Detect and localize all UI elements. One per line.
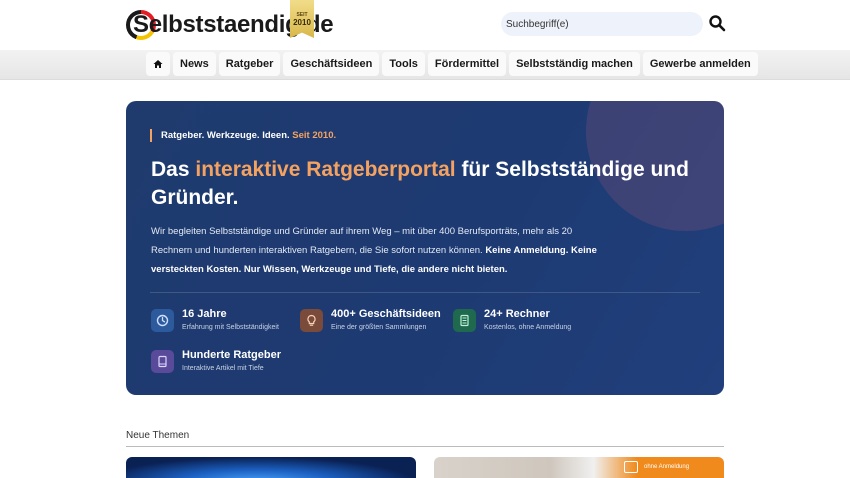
home-icon (153, 60, 163, 68)
title-pre: Das (151, 158, 196, 181)
stat-title: Hunderte Ratgeber (182, 349, 282, 361)
stat-subtitle: Kostenlos, ohne Anmeldung (484, 324, 572, 331)
search-box (501, 12, 703, 36)
nav-item-gewerbe-anmelden[interactable]: Gewerbe anmelden (642, 52, 758, 76)
nav-item-foerdermittel[interactable]: Fördermittel (427, 52, 507, 76)
nav-item-ratgeber[interactable]: Ratgeber (218, 52, 281, 76)
hero-banner: Ratgeber. Werkzeuge. Ideen. Seit 2010. D… (126, 101, 724, 395)
card-tag: ohne Anmeldung (624, 461, 689, 473)
stat-title: 400+ Geschäftsideen (331, 308, 441, 320)
stat-title: 24+ Rechner (484, 308, 550, 320)
topic-card-cloud[interactable] (126, 457, 416, 478)
kicker-text: Ratgeber. Werkzeuge. Ideen. (161, 130, 290, 141)
hero-divider (150, 292, 700, 293)
edit-icon (624, 461, 638, 473)
calculator-icon (453, 309, 476, 332)
section-divider (126, 446, 724, 447)
search-icon[interactable] (708, 14, 726, 32)
kicker-accent: Seit 2010. (292, 130, 337, 141)
stat-years: 16 Jahre Erfahrung mit Selbstständigkeit (151, 308, 279, 332)
nav-item-tools[interactable]: Tools (382, 52, 425, 76)
nav-item-news[interactable]: News (173, 52, 216, 76)
title-accent: interaktive Ratgeberportal (195, 158, 456, 181)
lightbulb-icon (300, 309, 323, 332)
topic-card-registration[interactable]: ohne Anmeldung (434, 457, 724, 478)
since-2010-badge: SEIT 2010 (290, 0, 314, 38)
stat-title: 16 Jahre (182, 308, 227, 320)
hero-description: Wir begleiten Selbstständige und Gründer… (151, 222, 601, 279)
stat-subtitle: Erfahrung mit Selbstständigkeit (182, 324, 279, 331)
main-navigation: News Ratgeber Geschäftsideen Tools Förde… (0, 50, 850, 80)
book-icon (151, 350, 174, 373)
search-input[interactable] (501, 12, 703, 36)
badge-year: 2010 (293, 17, 311, 27)
card-tag-label: ohne Anmeldung (644, 464, 690, 470)
stat-ideas: 400+ Geschäftsideen Eine der größten Sam… (300, 308, 441, 332)
stat-subtitle: Eine der größten Sammlungen (331, 324, 427, 331)
stat-calculators: 24+ Rechner Kostenlos, ohne Anmeldung (453, 308, 571, 332)
clock-icon (151, 309, 174, 332)
nav-item-selbststaendig-machen[interactable]: Selbstständig machen (509, 52, 640, 76)
hero-kicker: Ratgeber. Werkzeuge. Ideen. Seit 2010. (150, 129, 336, 142)
stat-guides: Hunderte Ratgeber Interaktive Artikel mi… (151, 349, 281, 373)
section-title: Neue Themen (126, 430, 190, 441)
stat-subtitle: Interaktive Artikel mit Tiefe (182, 365, 264, 372)
nav-home-button[interactable] (146, 52, 170, 76)
nav-item-geschaeftsideen[interactable]: Geschäftsideen (283, 52, 380, 76)
hero-title: Das interaktive Ratgeberportal für Selbs… (151, 156, 711, 212)
site-logo[interactable]: Selbststaendig.de (126, 8, 334, 42)
site-header: Selbststaendig.de SEIT 2010 (0, 0, 850, 50)
